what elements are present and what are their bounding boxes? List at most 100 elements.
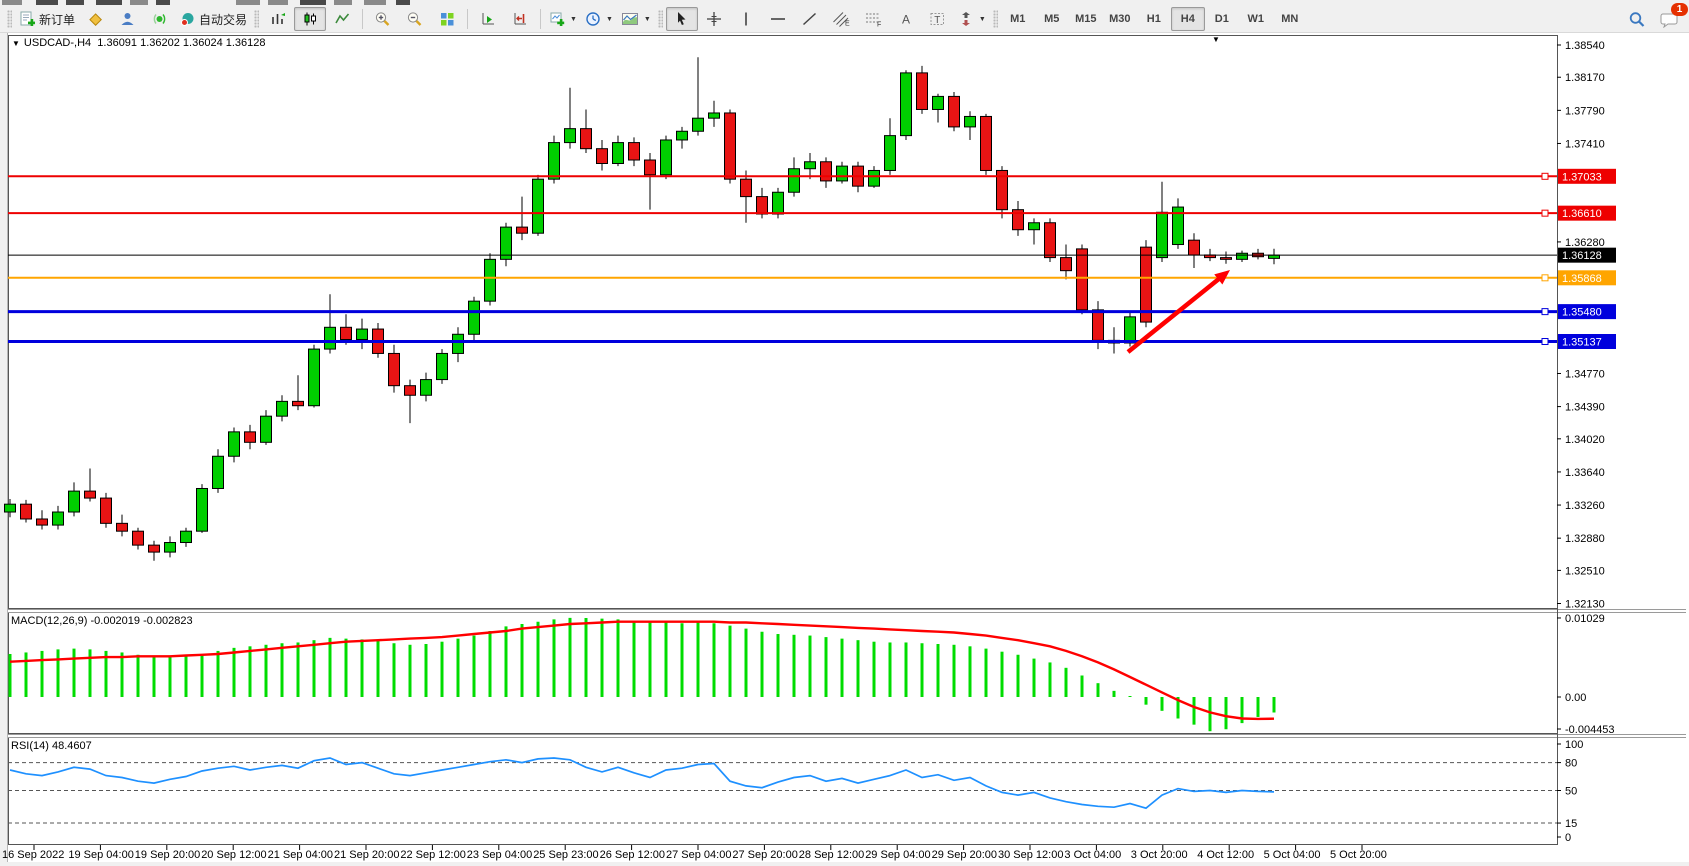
svg-text:21 Sep 20:00: 21 Sep 20:00 bbox=[334, 849, 399, 861]
tile-windows-button[interactable] bbox=[431, 7, 463, 31]
fibonacci-icon: F bbox=[864, 11, 883, 27]
timeframe-m30-button[interactable]: M30 bbox=[1103, 7, 1137, 31]
chart-scroll-marker[interactable]: ▼ bbox=[1212, 35, 1220, 44]
timeframe-w1-button[interactable]: W1 bbox=[1239, 7, 1273, 31]
new-order-button[interactable]: 新订单 bbox=[15, 7, 79, 31]
svg-text:5 Oct 04:00: 5 Oct 04:00 bbox=[1264, 849, 1321, 861]
zoom-out-button[interactable] bbox=[399, 7, 431, 31]
vertical-line-icon bbox=[740, 11, 752, 27]
clock-icon bbox=[585, 11, 602, 27]
bar-chart-button[interactable] bbox=[262, 7, 294, 31]
svg-text:1.35480: 1.35480 bbox=[1562, 307, 1602, 319]
candlestick-chart-button[interactable] bbox=[294, 7, 326, 31]
timeframe-m5-button[interactable]: M5 bbox=[1035, 7, 1069, 31]
auto-trading-label: 自动交易 bbox=[199, 11, 247, 28]
timeframe-mn-button[interactable]: MN bbox=[1273, 7, 1307, 31]
search-button[interactable] bbox=[1621, 7, 1653, 31]
auto-scroll-button[interactable] bbox=[472, 7, 504, 31]
toolbar-grip bbox=[993, 10, 998, 28]
text-label-tool-button[interactable]: T bbox=[922, 7, 954, 31]
text-label-icon: T bbox=[929, 11, 946, 27]
svg-text:23 Sep 04:00: 23 Sep 04:00 bbox=[467, 849, 532, 861]
crosshair-icon bbox=[706, 11, 722, 27]
mt4-terminal-window: 新订单 自动交易 bbox=[0, 0, 1689, 866]
new-order-label: 新订单 bbox=[39, 11, 75, 28]
templates-button[interactable]: ▼ bbox=[617, 7, 655, 31]
svg-text:3 Oct 04:00: 3 Oct 04:00 bbox=[1064, 849, 1121, 861]
line-chart-button[interactable] bbox=[326, 7, 358, 31]
trendline-tool-button[interactable] bbox=[794, 7, 826, 31]
new-chart-button[interactable]: ▼ bbox=[545, 7, 581, 31]
price-line-badge: 1.35137 bbox=[1558, 334, 1616, 349]
svg-text:29 Sep 20:00: 29 Sep 20:00 bbox=[932, 849, 997, 861]
svg-text:15: 15 bbox=[1565, 818, 1577, 830]
svg-text:1.38170: 1.38170 bbox=[1565, 72, 1605, 84]
svg-text:1.32130: 1.32130 bbox=[1565, 599, 1605, 611]
svg-text:1.33640: 1.33640 bbox=[1565, 467, 1605, 479]
svg-text:1.38540: 1.38540 bbox=[1565, 40, 1605, 52]
text-tool-button[interactable]: A bbox=[890, 7, 922, 31]
new-order-icon bbox=[19, 11, 36, 27]
chevron-down-icon: ▼ bbox=[979, 16, 986, 23]
signals-button[interactable] bbox=[143, 7, 175, 31]
price-line-badge: 1.35868 bbox=[1558, 270, 1616, 285]
new-chart-icon bbox=[549, 11, 566, 27]
svg-text:28 Sep 12:00: 28 Sep 12:00 bbox=[799, 849, 864, 861]
timeframe-h1-button[interactable]: H1 bbox=[1137, 7, 1171, 31]
svg-text:1.34770: 1.34770 bbox=[1565, 368, 1605, 380]
timeframe-m15-button[interactable]: M15 bbox=[1069, 7, 1103, 31]
zoom-in-button[interactable] bbox=[367, 7, 399, 31]
auto-trading-icon bbox=[179, 11, 196, 27]
horizontal-line-icon bbox=[769, 11, 787, 27]
svg-text:0.00: 0.00 bbox=[1565, 692, 1586, 704]
fibonacci-tool-button[interactable]: F bbox=[858, 7, 890, 31]
toolbar-grip bbox=[658, 10, 663, 28]
arrows-tool-button[interactable]: ▼ bbox=[954, 7, 990, 31]
price-line-badge: 1.35480 bbox=[1558, 304, 1616, 319]
svg-text:22 Sep 12:00: 22 Sep 12:00 bbox=[400, 849, 465, 861]
period-button[interactable]: ▼ bbox=[581, 7, 617, 31]
price-line-badge: 1.37033 bbox=[1558, 169, 1616, 184]
timeframe-m1-button[interactable]: M1 bbox=[1001, 7, 1035, 31]
equidistant-channel-icon: E bbox=[832, 11, 851, 27]
chart-canvas[interactable]: 1.385401.381701.377901.374101.362801.347… bbox=[0, 33, 1689, 866]
chevron-down-icon: ▼ bbox=[644, 16, 651, 23]
svg-text:27 Sep 04:00: 27 Sep 04:00 bbox=[666, 849, 731, 861]
profile-button[interactable] bbox=[111, 7, 143, 31]
equidistant-channel-tool-button[interactable]: E bbox=[826, 7, 858, 31]
svg-text:E: E bbox=[845, 21, 850, 28]
notifications-button[interactable]: 1 bbox=[1653, 7, 1685, 31]
svg-text:5 Oct 20:00: 5 Oct 20:00 bbox=[1330, 849, 1387, 861]
timeframe-h4-button[interactable]: H4 bbox=[1171, 7, 1205, 31]
timeframe-d1-button[interactable]: D1 bbox=[1205, 7, 1239, 31]
cursor-tool-button[interactable] bbox=[666, 7, 698, 31]
svg-text:29 Sep 04:00: 29 Sep 04:00 bbox=[865, 849, 930, 861]
svg-text:0: 0 bbox=[1565, 832, 1571, 844]
chart-window: 1.385401.381701.377901.374101.362801.347… bbox=[0, 33, 1689, 866]
auto-trading-button[interactable]: 自动交易 bbox=[175, 7, 251, 31]
toolbar-grip bbox=[254, 10, 259, 28]
svg-text:T: T bbox=[935, 15, 941, 26]
svg-text:1.34390: 1.34390 bbox=[1565, 402, 1605, 414]
svg-text:20 Sep 12:00: 20 Sep 12:00 bbox=[201, 849, 266, 861]
chart-shift-button[interactable] bbox=[504, 7, 536, 31]
price-line-badge: 1.36128 bbox=[1558, 248, 1616, 263]
svg-text:F: F bbox=[877, 22, 881, 28]
history-button[interactable] bbox=[79, 7, 111, 31]
svg-text:1.32510: 1.32510 bbox=[1565, 565, 1605, 577]
price-line-badge: 1.36610 bbox=[1558, 206, 1616, 221]
search-icon bbox=[1628, 11, 1646, 28]
vertical-line-tool-button[interactable] bbox=[730, 7, 762, 31]
auto-scroll-icon bbox=[480, 11, 497, 27]
trendline-icon bbox=[801, 11, 818, 27]
templates-icon bbox=[621, 11, 640, 27]
main-toolbar: 新订单 自动交易 bbox=[0, 6, 1689, 33]
notification-count-badge: 1 bbox=[1671, 3, 1688, 16]
horizontal-line-tool-button[interactable] bbox=[762, 7, 794, 31]
candlestick-chart-icon bbox=[302, 11, 319, 27]
crosshair-tool-button[interactable] bbox=[698, 7, 730, 31]
svg-text:21 Sep 04:00: 21 Sep 04:00 bbox=[268, 849, 333, 861]
svg-text:1.35868: 1.35868 bbox=[1562, 273, 1602, 285]
cursor-icon bbox=[674, 11, 689, 27]
svg-text:1.37033: 1.37033 bbox=[1562, 171, 1602, 183]
